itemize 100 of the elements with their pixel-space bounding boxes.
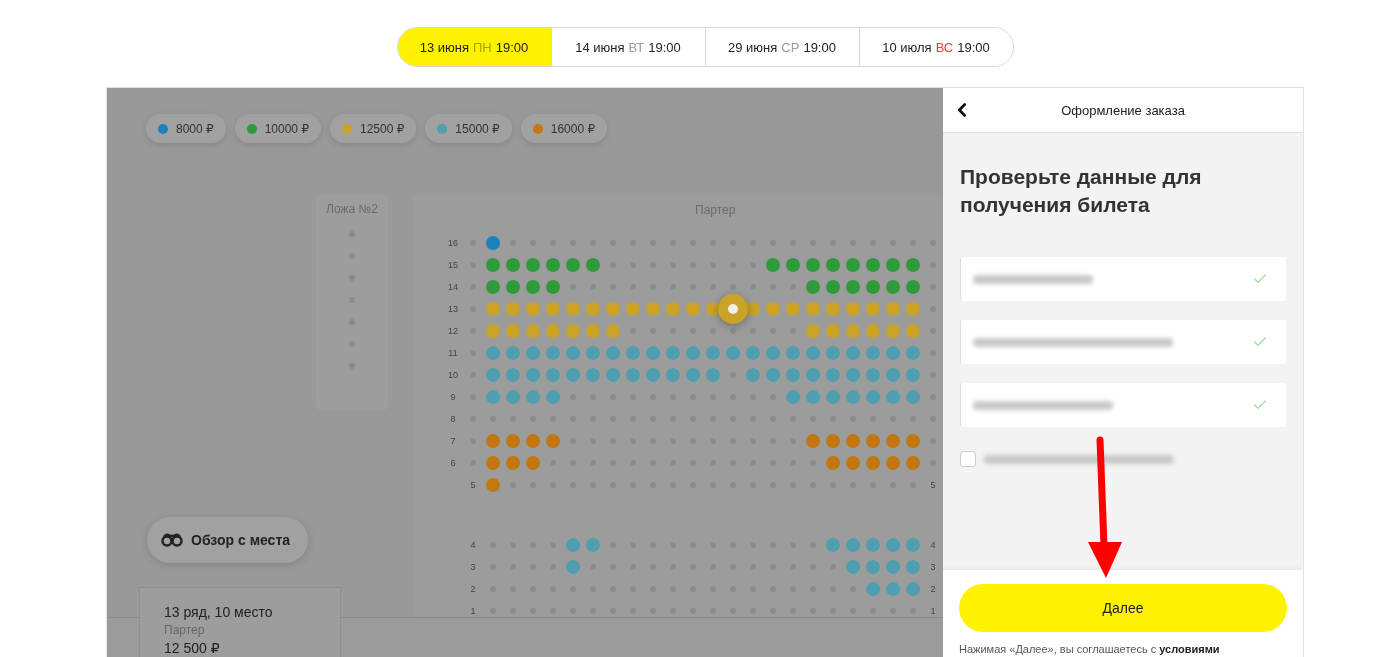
price-chip[interactable]: 15000 ₽: [425, 114, 512, 143]
seat[interactable]: [666, 302, 680, 316]
seat[interactable]: [486, 434, 500, 448]
seat[interactable]: [586, 258, 600, 272]
seat[interactable]: [906, 390, 920, 404]
seat[interactable]: [886, 346, 900, 360]
seat[interactable]: [846, 538, 860, 552]
seat[interactable]: [646, 368, 660, 382]
seat[interactable]: [566, 324, 580, 338]
seat[interactable]: [886, 582, 900, 596]
seat[interactable]: [866, 258, 880, 272]
seat[interactable]: [866, 560, 880, 574]
seat[interactable]: [646, 302, 660, 316]
seat[interactable]: [866, 280, 880, 294]
seat[interactable]: [586, 302, 600, 316]
seat[interactable]: [746, 368, 760, 382]
seat[interactable]: [826, 538, 840, 552]
seat[interactable]: [506, 324, 520, 338]
seat[interactable]: [606, 324, 620, 338]
seat[interactable]: [486, 368, 500, 382]
seat[interactable]: [586, 346, 600, 360]
seat[interactable]: [526, 302, 540, 316]
price-chip[interactable]: 10000 ₽: [234, 114, 321, 143]
seat[interactable]: [526, 456, 540, 470]
seat[interactable]: [906, 560, 920, 574]
seat[interactable]: [866, 582, 880, 596]
seat[interactable]: [766, 346, 780, 360]
seat[interactable]: [606, 302, 620, 316]
input-field[interactable]: [960, 383, 1286, 427]
seat[interactable]: [506, 390, 520, 404]
seat[interactable]: [826, 434, 840, 448]
seat[interactable]: [846, 302, 860, 316]
seat[interactable]: [546, 434, 560, 448]
seat[interactable]: [526, 258, 540, 272]
seat[interactable]: [846, 258, 860, 272]
seat[interactable]: [786, 346, 800, 360]
seat[interactable]: [806, 368, 820, 382]
seat[interactable]: [586, 538, 600, 552]
input-field[interactable]: [960, 257, 1286, 301]
seat[interactable]: [866, 390, 880, 404]
seat[interactable]: [906, 456, 920, 470]
next-button[interactable]: Далее: [959, 584, 1287, 632]
seat[interactable]: [806, 302, 820, 316]
seat[interactable]: [546, 302, 560, 316]
seat[interactable]: [806, 434, 820, 448]
seat[interactable]: [846, 560, 860, 574]
seat[interactable]: [546, 258, 560, 272]
seat[interactable]: [666, 368, 680, 382]
seat[interactable]: [706, 368, 720, 382]
seat[interactable]: [846, 390, 860, 404]
seat[interactable]: [486, 302, 500, 316]
seat[interactable]: [526, 368, 540, 382]
seat[interactable]: [906, 368, 920, 382]
seat[interactable]: [826, 324, 840, 338]
seat[interactable]: [566, 302, 580, 316]
seat[interactable]: [486, 324, 500, 338]
seat[interactable]: [866, 456, 880, 470]
selected-seat[interactable]: [718, 294, 748, 324]
seat[interactable]: [646, 346, 660, 360]
seat[interactable]: [506, 368, 520, 382]
checkbox[interactable]: [960, 451, 976, 467]
seat[interactable]: [786, 302, 800, 316]
price-chip[interactable]: 12500 ₽: [330, 114, 417, 143]
seat[interactable]: [486, 280, 500, 294]
seat[interactable]: [846, 324, 860, 338]
seat[interactable]: [866, 538, 880, 552]
seat[interactable]: [486, 478, 500, 492]
seat[interactable]: [626, 368, 640, 382]
seat[interactable]: [566, 346, 580, 360]
seat[interactable]: [866, 434, 880, 448]
seat[interactable]: [626, 346, 640, 360]
seat[interactable]: [566, 368, 580, 382]
seat[interactable]: [866, 368, 880, 382]
seat[interactable]: [666, 346, 680, 360]
seat[interactable]: [546, 390, 560, 404]
seat[interactable]: [886, 390, 900, 404]
seat[interactable]: [826, 456, 840, 470]
seat[interactable]: [886, 368, 900, 382]
seat[interactable]: [826, 258, 840, 272]
seat[interactable]: [486, 456, 500, 470]
seat[interactable]: [586, 324, 600, 338]
seat[interactable]: [486, 258, 500, 272]
seat[interactable]: [706, 302, 720, 316]
seat[interactable]: [566, 560, 580, 574]
seat[interactable]: [606, 346, 620, 360]
seat[interactable]: [866, 324, 880, 338]
seat[interactable]: [506, 346, 520, 360]
input-field[interactable]: [960, 320, 1286, 364]
seat[interactable]: [826, 368, 840, 382]
seat[interactable]: [786, 368, 800, 382]
seat[interactable]: [506, 280, 520, 294]
seat[interactable]: [506, 434, 520, 448]
seat[interactable]: [846, 456, 860, 470]
date-tab[interactable]: 13 июня ПН 19:00: [397, 28, 551, 66]
seat[interactable]: [506, 258, 520, 272]
seat[interactable]: [766, 302, 780, 316]
seat[interactable]: [826, 302, 840, 316]
seat[interactable]: [846, 280, 860, 294]
seat[interactable]: [686, 368, 700, 382]
seat[interactable]: [826, 346, 840, 360]
